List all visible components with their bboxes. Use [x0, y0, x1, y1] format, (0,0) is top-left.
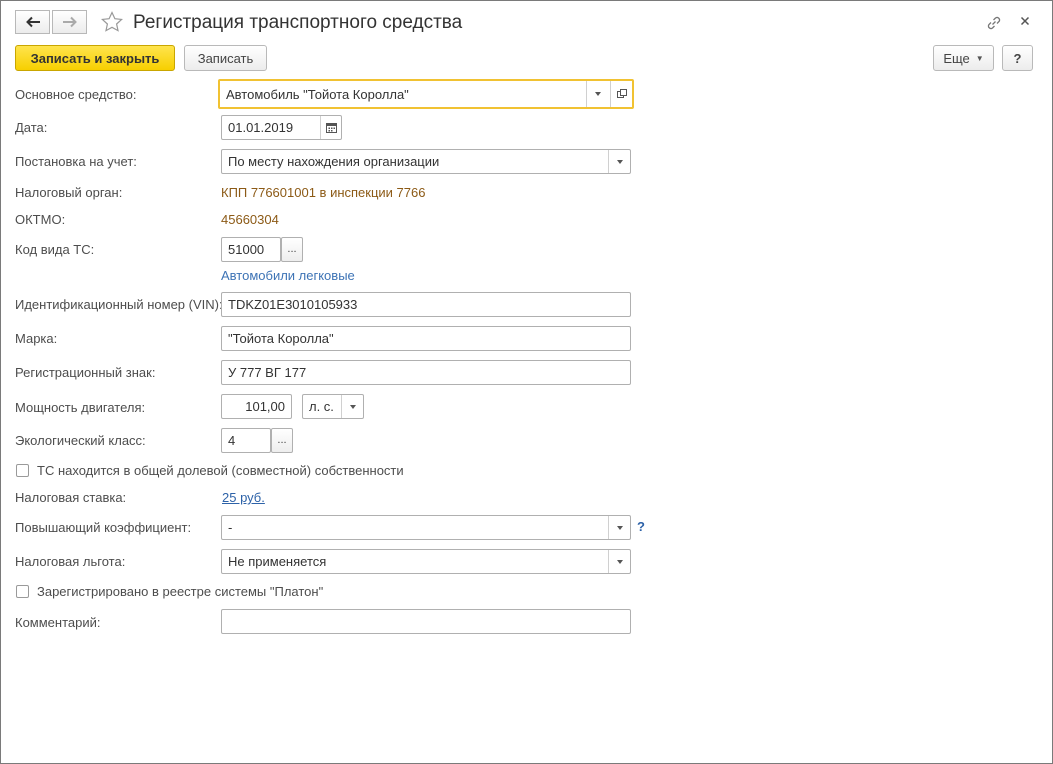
eco-class-field[interactable]: 4 — [221, 428, 271, 453]
date-value: 01.01.2019 — [228, 120, 294, 135]
eco-class-value: 4 — [228, 433, 236, 448]
more-button[interactable]: Еще ▼ — [933, 45, 994, 71]
dialog-window: Регистрация транспортного средства Запис… — [0, 0, 1053, 764]
vehicle-code-field[interactable]: 51000 — [221, 237, 281, 262]
coefficient-dropdown-button[interactable] — [608, 516, 630, 539]
vehicle-code-value: 51000 — [228, 242, 265, 257]
reg-sign-label: Регистрационный знак: — [15, 365, 156, 380]
brand-value: "Тойота Королла" — [228, 331, 334, 346]
benefit-select[interactable]: Не применяется — [221, 549, 631, 574]
power-value: 101,00 — [245, 399, 285, 414]
eco-class-label: Экологический класс: — [15, 433, 146, 448]
power-label: Мощность двигателя: — [15, 400, 146, 415]
benefit-dropdown-button[interactable] — [608, 550, 630, 573]
close-icon[interactable] — [1018, 14, 1032, 28]
asset-field[interactable]: Автомобиль "Тойота Королла" — [218, 79, 634, 109]
registration-select[interactable]: По месту нахождения организации — [221, 149, 631, 174]
arrow-right-icon — [62, 16, 77, 28]
power-unit-dropdown-button[interactable] — [341, 395, 363, 418]
tax-rate-label: Налоговая ставка: — [15, 490, 127, 505]
coefficient-value: - — [228, 520, 233, 535]
chevron-down-icon — [349, 404, 356, 409]
platon-label[interactable]: Зарегистрировано в реестре системы "Плат… — [37, 584, 323, 599]
date-label: Дата: — [15, 120, 48, 135]
date-field[interactable]: 01.01.2019 — [221, 115, 342, 140]
page-title: Регистрация транспортного средства — [133, 12, 463, 33]
reg-sign-value: У 777 ВГ 177 — [228, 365, 307, 380]
calendar-button[interactable] — [320, 116, 341, 139]
arrow-left-icon — [25, 16, 40, 28]
star-icon[interactable] — [100, 10, 124, 34]
oktmo-value: 45660304 — [221, 212, 279, 227]
benefit-value: Не применяется — [228, 554, 327, 569]
eco-class-select-button[interactable]: ... — [271, 428, 293, 453]
open-window-icon — [616, 89, 627, 98]
vehicle-code-select-button[interactable]: ... — [281, 237, 303, 262]
shared-ownership-checkbox[interactable] — [16, 464, 29, 477]
power-input[interactable]: 101,00 — [221, 394, 292, 419]
vin-value: TDKZ01E3010105933 — [228, 297, 358, 312]
brand-label: Марка: — [15, 331, 58, 346]
vin-label: Идентификационный номер (VIN): — [15, 297, 223, 312]
reg-sign-input[interactable]: У 777 ВГ 177 — [221, 360, 631, 385]
coefficient-label: Повышающий коэффициент: — [15, 520, 192, 535]
tax-authority-value: КПП 776601001 в инспекции 7766 — [221, 185, 426, 200]
registration-value: По месту нахождения организации — [228, 154, 440, 169]
tax-rate-link[interactable]: 25 руб. — [222, 490, 265, 505]
back-button[interactable] — [15, 10, 50, 34]
vehicle-type-link[interactable]: Автомобили легковые — [221, 268, 355, 283]
tax-authority-label: Налоговый орган: — [15, 185, 123, 200]
save-and-close-button[interactable]: Записать и закрыть — [15, 45, 175, 71]
vin-input[interactable]: TDKZ01E3010105933 — [221, 292, 631, 317]
power-unit-select[interactable]: л. с. — [302, 394, 364, 419]
calendar-icon — [325, 123, 337, 133]
more-label: Еще — [943, 50, 970, 66]
shared-ownership-label[interactable]: ТС находится в общей долевой (совместной… — [37, 463, 404, 478]
platon-checkbox[interactable] — [16, 585, 29, 598]
chevron-down-icon — [616, 159, 623, 164]
asset-open-button[interactable] — [610, 81, 632, 107]
asset-dropdown-button[interactable] — [586, 81, 608, 107]
chevron-down-icon — [594, 92, 601, 96]
comment-label: Комментарий: — [15, 615, 101, 630]
forward-button[interactable] — [52, 10, 87, 34]
link-icon[interactable] — [985, 14, 1003, 32]
save-button[interactable]: Записать — [184, 45, 267, 71]
registration-label: Постановка на учет: — [15, 154, 137, 169]
chevron-down-icon: ▼ — [975, 53, 984, 63]
help-button[interactable]: ? — [1002, 45, 1033, 71]
oktmo-label: ОКТМО: — [15, 212, 66, 227]
registration-dropdown-button[interactable] — [608, 150, 630, 173]
coefficient-help-icon[interactable]: ? — [637, 519, 645, 534]
coefficient-select[interactable]: - — [221, 515, 631, 540]
benefit-label: Налоговая льгота: — [15, 554, 126, 569]
asset-label: Основное средство: — [15, 87, 137, 102]
vehicle-code-label: Код вида ТС: — [15, 242, 95, 257]
comment-input[interactable] — [221, 609, 631, 634]
asset-value: Автомобиль "Тойота Королла" — [226, 86, 409, 102]
chevron-down-icon — [616, 525, 623, 530]
brand-input[interactable]: "Тойота Королла" — [221, 326, 631, 351]
chevron-down-icon — [616, 559, 623, 564]
